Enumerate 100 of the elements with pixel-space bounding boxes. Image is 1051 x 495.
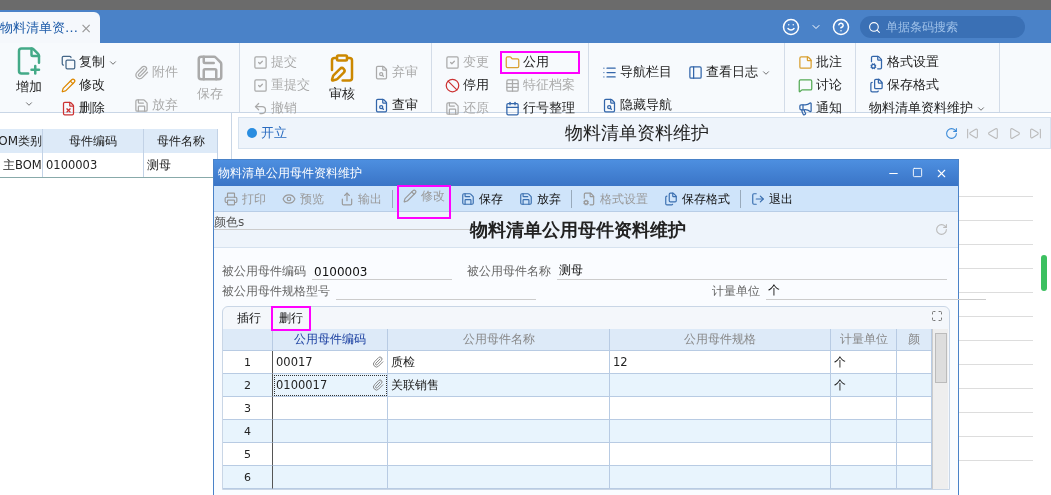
printer-icon [224,192,238,206]
row-number: 4 [223,420,273,443]
smiley-icon[interactable] [782,17,800,36]
table-cell[interactable] [831,420,897,443]
table-cell[interactable] [610,466,831,489]
field-label: 被公用母件规格型号 [222,283,330,300]
field-value[interactable]: 测母 [557,262,947,280]
last-record-icon[interactable] [1029,126,1042,140]
table-cell[interactable] [897,374,932,397]
dialog-title: 物料清单公用母件资料维护 [218,164,362,182]
cell-text: 0100017 [276,378,328,392]
cell-text: 个 [834,354,846,370]
table-cell[interactable] [273,443,388,466]
table-cell[interactable] [897,443,932,466]
previous-record-icon[interactable] [987,126,1000,140]
scrollbar-thumb[interactable] [934,333,947,383]
ribbon-button[interactable]: 行号整理 [500,97,580,120]
field-value[interactable]: 个 [766,282,986,300]
table-cell[interactable] [273,466,388,489]
ribbon-button[interactable]: 查审 [369,94,423,117]
table-cell[interactable] [897,466,932,489]
scrollbar-thumb[interactable] [1041,255,1047,291]
help-icon[interactable] [832,17,850,36]
maximize-icon[interactable] [912,166,923,178]
ribbon-button[interactable]: 删除 [56,97,123,120]
ribbon-button[interactable]: 格式设置 [864,51,991,74]
table-cell[interactable] [831,443,897,466]
row-number: 2 [223,374,273,397]
ribbon-button[interactable]: 导航栏目 [597,61,677,84]
speech-bubble-icon [798,78,813,93]
file-gear-icon [869,55,884,70]
column-header[interactable]: 母件编码 [43,129,144,153]
row-number: 3 [223,397,273,420]
table-cell[interactable] [897,351,932,374]
toolbar-button[interactable]: 保存格式 [658,188,736,210]
table-cell[interactable] [897,397,932,420]
table-cell[interactable]: 质检 [388,351,610,374]
table-cell[interactable]: 12 [610,351,831,374]
cell-text: 个 [834,377,846,393]
files-icon [869,78,884,93]
ribbon-button[interactable]: 复制 [56,51,123,74]
field-label: 被公用母件名称 [467,263,551,280]
table-cell[interactable] [388,397,610,420]
ribbon-button[interactable]: 批注 [793,51,847,74]
table-cell[interactable] [273,420,388,443]
table-cell[interactable] [831,466,897,489]
column-header[interactable]: 公用母件编码 [273,329,388,351]
copy-icon [61,55,76,70]
table-cell[interactable] [388,466,610,489]
refresh-icon[interactable] [935,223,948,236]
paperclip-icon[interactable] [372,379,384,391]
megaphone-icon [798,101,813,116]
ribbon-button[interactable]: 通知 [793,97,847,120]
fullscreen-icon[interactable] [931,310,943,322]
table-cell[interactable] [610,443,831,466]
row-number: 1 [223,351,273,374]
table-cell[interactable] [897,420,932,443]
table-cell[interactable]: 关联销售 [388,374,610,397]
ribbon-button[interactable]: 隐藏导航 [597,94,677,117]
table-cell[interactable]: 0100017 [273,374,388,397]
table-cell[interactable] [610,420,831,443]
toolbar-button[interactable]: 退出 [745,188,799,210]
table-cell[interactable]: 个 [831,351,897,374]
dialog-heading: 物料清单公用母件资料维护 [470,217,687,242]
table-cell[interactable]: 00017 [273,351,388,374]
files-icon [664,192,678,206]
ribbon-button[interactable]: 增加 [8,42,50,113]
paperclip-icon [134,65,149,80]
exit-icon [751,192,765,206]
refresh-icon[interactable] [945,126,958,140]
table-cell[interactable] [610,397,831,420]
row-number: 6 [223,466,273,489]
ribbon-button[interactable]: 停用 [440,74,494,97]
export-icon [340,192,354,206]
table-cell[interactable] [388,420,610,443]
next-record-icon[interactable] [1008,126,1021,140]
table-cell[interactable]: 个 [831,374,897,397]
toolbar-button[interactable]: 保存 [455,188,509,210]
ribbon-button[interactable]: 修改 [56,74,123,97]
ribbon-button[interactable]: 保存格式 [864,74,991,97]
table-cell[interactable] [388,443,610,466]
ribbon-button[interactable]: 物料清单资料维护 [864,97,991,120]
ribbon-button[interactable]: 查看日志 [683,61,776,84]
grid-action-button[interactable]: 插行 [229,305,269,331]
table-cell[interactable] [610,374,831,397]
table-cell[interactable] [273,397,388,420]
field-label: 被公用母件编码 [222,263,306,280]
document-tab[interactable]: 物料清单资… × [0,12,100,43]
checkbox-icon [253,55,268,70]
first-record-icon[interactable] [966,126,979,140]
field-value[interactable]: 0100003 [312,265,452,280]
column-header[interactable]: 母件名称 [144,129,218,153]
search-field[interactable]: 单据条码搜索 [860,15,1025,38]
toolbar-button[interactable]: 放弃 [513,188,567,210]
ribbon-button[interactable]: 讨论 [793,74,847,97]
paperclip-icon[interactable] [372,356,384,368]
ribbon-button[interactable]: 公用 [500,51,580,74]
grid-action-button[interactable]: 删行 [271,305,311,331]
ribbon-button[interactable]: 审核 [321,48,363,107]
table-cell[interactable] [831,397,897,420]
